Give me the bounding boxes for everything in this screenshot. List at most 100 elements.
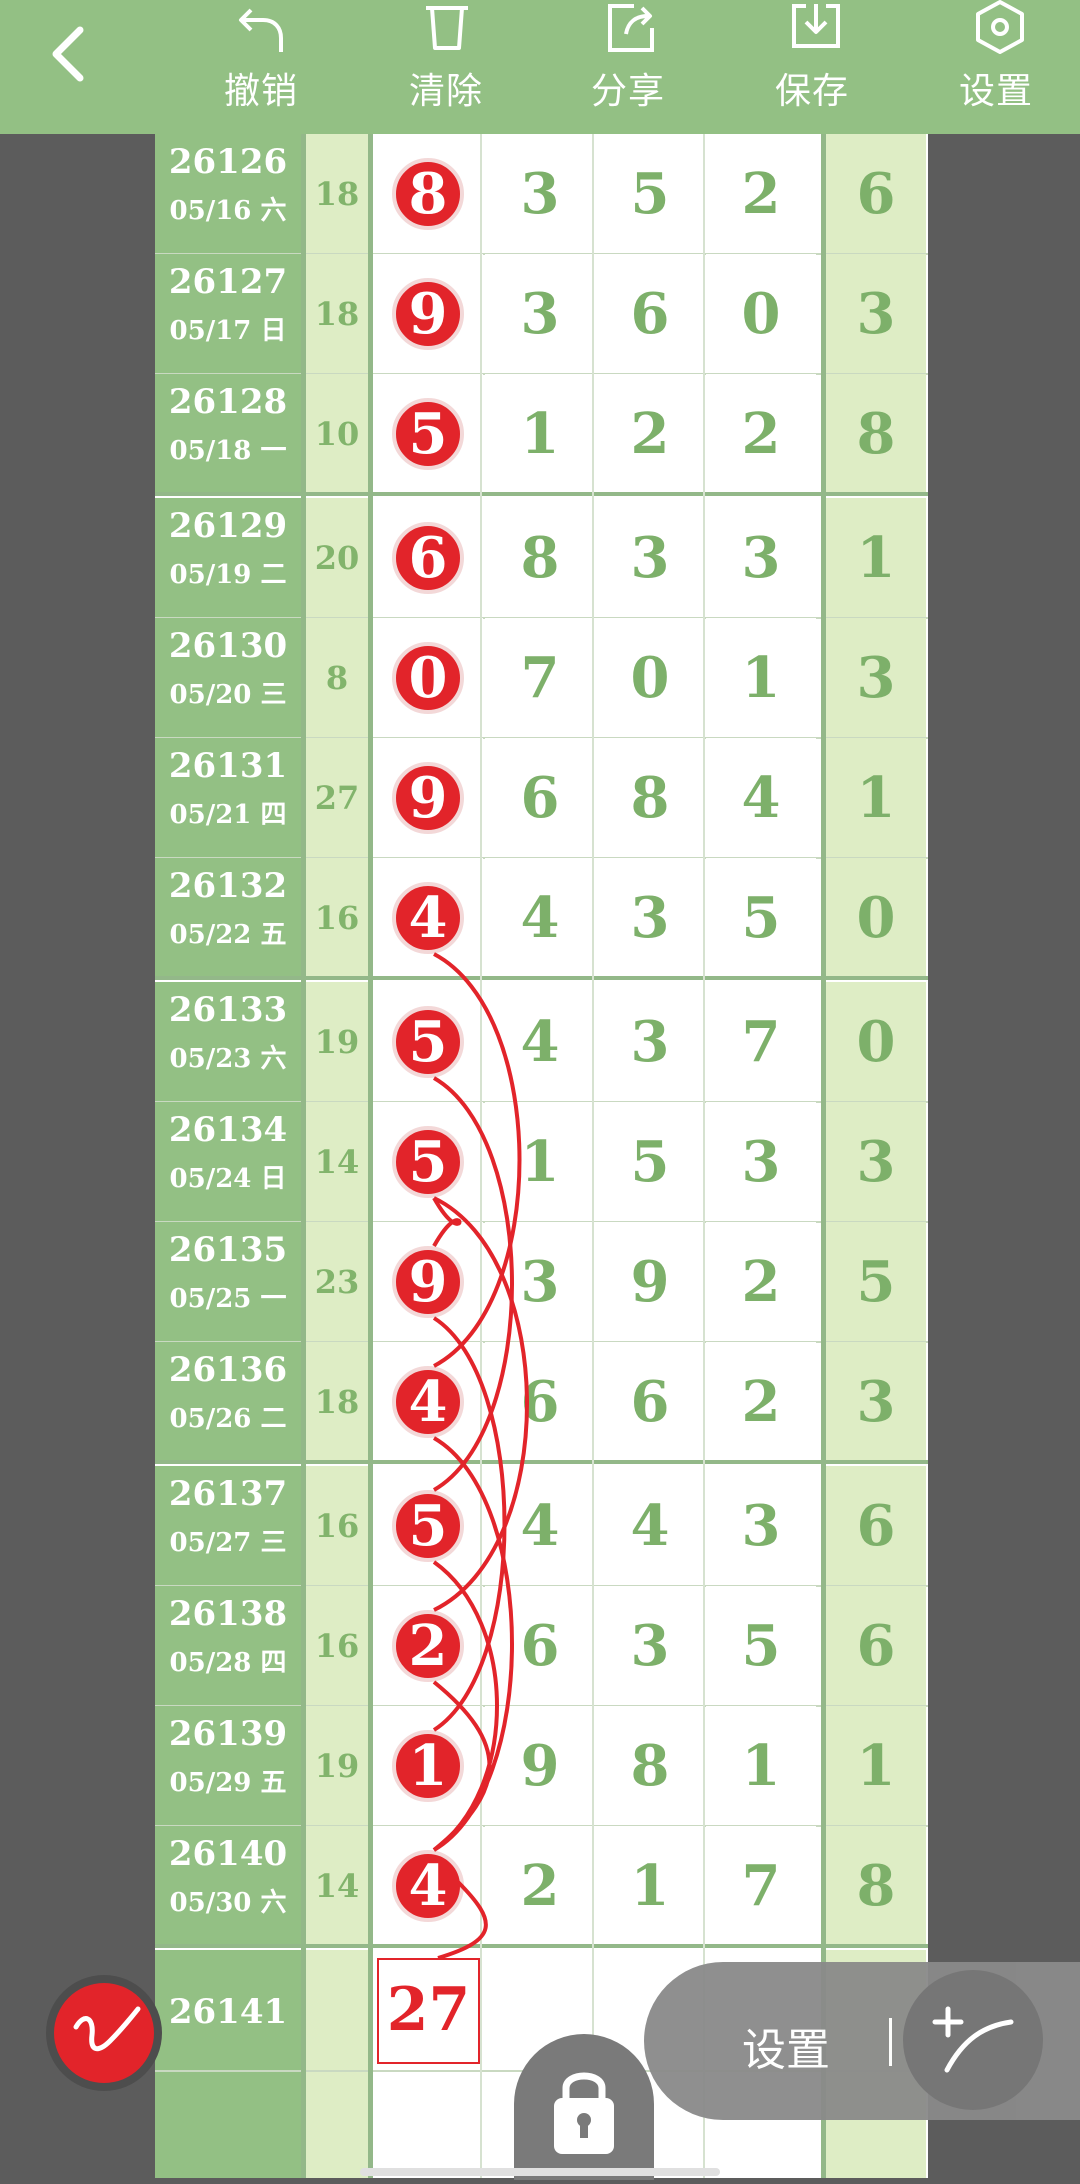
digit-cell[interactable]: 6 <box>485 1342 595 1462</box>
prediction-box[interactable]: 27 <box>377 1958 480 2064</box>
table-row: 26140 05/30 六 14 4 2 1 7 8 <box>155 1826 928 1946</box>
table-row: 26136 05/26 二 18 4 6 6 2 3 <box>155 1342 928 1462</box>
row-divider <box>155 1460 928 1464</box>
first-digit-cell[interactable]: 0 <box>373 618 483 738</box>
last-digit-cell: 1 <box>826 738 926 858</box>
first-digit-cell[interactable]: 5 <box>373 1466 483 1586</box>
sum-cell: 19 <box>306 982 368 1102</box>
digit-cell[interactable]: 1 <box>485 374 595 494</box>
digit-cell[interactable]: 2 <box>706 1222 816 1342</box>
back-button[interactable] <box>40 18 100 88</box>
digit-cell[interactable]: 4 <box>595 1466 705 1586</box>
first-digit-cell[interactable]: 9 <box>373 738 483 858</box>
issue-number: 26131 <box>168 746 288 786</box>
digit-cell[interactable]: 3 <box>706 498 816 618</box>
first-digit-cell[interactable]: 4 <box>373 858 483 978</box>
digit-cell[interactable]: 3 <box>485 254 595 374</box>
digit-cell[interactable]: 3 <box>485 1222 595 1342</box>
issue-date: 05/16 六 <box>169 196 287 226</box>
digit-cell[interactable]: 6 <box>595 1342 705 1462</box>
digit-cell[interactable]: 3 <box>706 1466 816 1586</box>
last-digit-cell: 6 <box>826 1586 926 1706</box>
row-divider <box>155 1944 928 1948</box>
share-button[interactable]: 分享 <box>568 0 688 134</box>
first-digit-cell[interactable]: 9 <box>373 1222 483 1342</box>
digit-cell[interactable]: 1 <box>706 618 816 738</box>
issue-number: 26129 <box>168 506 288 546</box>
first-digit-cell[interactable]: 5 <box>373 982 483 1102</box>
digit-cell[interactable]: 7 <box>485 618 595 738</box>
issue-cell: 26137 05/27 三 <box>155 1466 301 1586</box>
clear-button[interactable]: 清除 <box>386 0 506 134</box>
highlight-ball: 2 <box>392 1610 464 1682</box>
issue-number: 26126 <box>168 142 288 182</box>
digit-cell[interactable]: 6 <box>485 1586 595 1706</box>
digit-cell[interactable]: 4 <box>485 1466 595 1586</box>
last-digit-cell: 0 <box>826 982 926 1102</box>
first-digit-cell[interactable]: 8 <box>373 134 483 254</box>
first-digit-cell[interactable]: 5 <box>373 374 483 494</box>
sum-cell: 14 <box>306 1102 368 1222</box>
digit-cell[interactable]: 3 <box>595 982 705 1102</box>
issue-cell: 26128 05/18 一 <box>155 374 301 494</box>
floating-settings-label: 设置 <box>742 2025 830 2076</box>
digit-cell[interactable]: 7 <box>706 982 816 1102</box>
first-digit-cell[interactable]: 9 <box>373 254 483 374</box>
first-digit-cell[interactable]: 6 <box>373 498 483 618</box>
digit-cell[interactable]: 4 <box>485 982 595 1102</box>
table-row: 26135 05/25 一 23 9 3 9 2 5 <box>155 1222 928 1342</box>
issue-date: 05/27 三 <box>169 1528 287 1558</box>
digit-cell[interactable]: 5 <box>706 1586 816 1706</box>
digit-cell[interactable]: 1 <box>485 1102 595 1222</box>
digit-cell[interactable]: 9 <box>595 1222 705 1342</box>
digit-cell[interactable]: 2 <box>706 134 816 254</box>
digit-cell[interactable]: 3 <box>595 1586 705 1706</box>
first-digit-cell[interactable]: 5 <box>373 1102 483 1222</box>
save-button[interactable]: 保存 <box>752 0 872 134</box>
sum-cell: 23 <box>306 1222 368 1342</box>
digit-cell[interactable]: 0 <box>706 254 816 374</box>
digit-cell[interactable]: 3 <box>485 134 595 254</box>
last-digit-cell: 8 <box>826 1826 926 1946</box>
issue-date: 05/26 二 <box>169 1404 287 1434</box>
digit-cell[interactable]: 8 <box>595 738 705 858</box>
digit-cell[interactable]: 2 <box>706 374 816 494</box>
lock-button[interactable] <box>514 2034 654 2180</box>
digit-cell[interactable]: 2 <box>485 1826 595 1946</box>
digit-cell[interactable]: 2 <box>706 1342 816 1462</box>
highlight-ball: 9 <box>392 278 464 350</box>
digit-cell[interactable]: 3 <box>595 858 705 978</box>
first-digit-cell[interactable]: 1 <box>373 1706 483 1826</box>
last-digit-cell: 5 <box>826 1222 926 1342</box>
digit-cell[interactable]: 1 <box>706 1706 816 1826</box>
settings-button[interactable]: 设置 <box>936 0 1056 134</box>
undo-button[interactable]: 撤销 <box>201 0 321 134</box>
digit-cell[interactable]: 5 <box>706 858 816 978</box>
digit-cell[interactable]: 2 <box>595 374 705 494</box>
first-digit-cell[interactable]: 4 <box>373 1342 483 1462</box>
digit-cell[interactable]: 4 <box>706 738 816 858</box>
digit-cell[interactable]: 8 <box>485 498 595 618</box>
digit-cell[interactable]: 6 <box>595 254 705 374</box>
digit-cell[interactable]: 7 <box>706 1826 816 1946</box>
highlight-ball: 9 <box>392 1246 464 1318</box>
pen-icon <box>73 2006 141 2052</box>
sum-cell: 14 <box>306 1826 368 1946</box>
digit-cell[interactable]: 9 <box>485 1706 595 1826</box>
digit-cell[interactable]: 3 <box>706 1102 816 1222</box>
issue-number: 26127 <box>168 262 288 302</box>
digit-cell[interactable]: 6 <box>485 738 595 858</box>
digit-cell[interactable]: 5 <box>595 1102 705 1222</box>
digit-cell[interactable]: 5 <box>595 134 705 254</box>
digit-cell[interactable]: 0 <box>595 618 705 738</box>
last-digit-cell: 1 <box>826 498 926 618</box>
digit-cell[interactable]: 8 <box>595 1706 705 1826</box>
digit-cell[interactable]: 3 <box>595 498 705 618</box>
highlight-ball: 5 <box>392 1126 464 1198</box>
add-line-button[interactable] <box>903 1970 1043 2110</box>
first-digit-cell[interactable]: 2 <box>373 1586 483 1706</box>
first-digit-cell[interactable]: 4 <box>373 1826 483 1946</box>
digit-cell[interactable]: 1 <box>595 1826 705 1946</box>
pen-button[interactable] <box>46 1975 162 2091</box>
digit-cell[interactable]: 4 <box>485 858 595 978</box>
